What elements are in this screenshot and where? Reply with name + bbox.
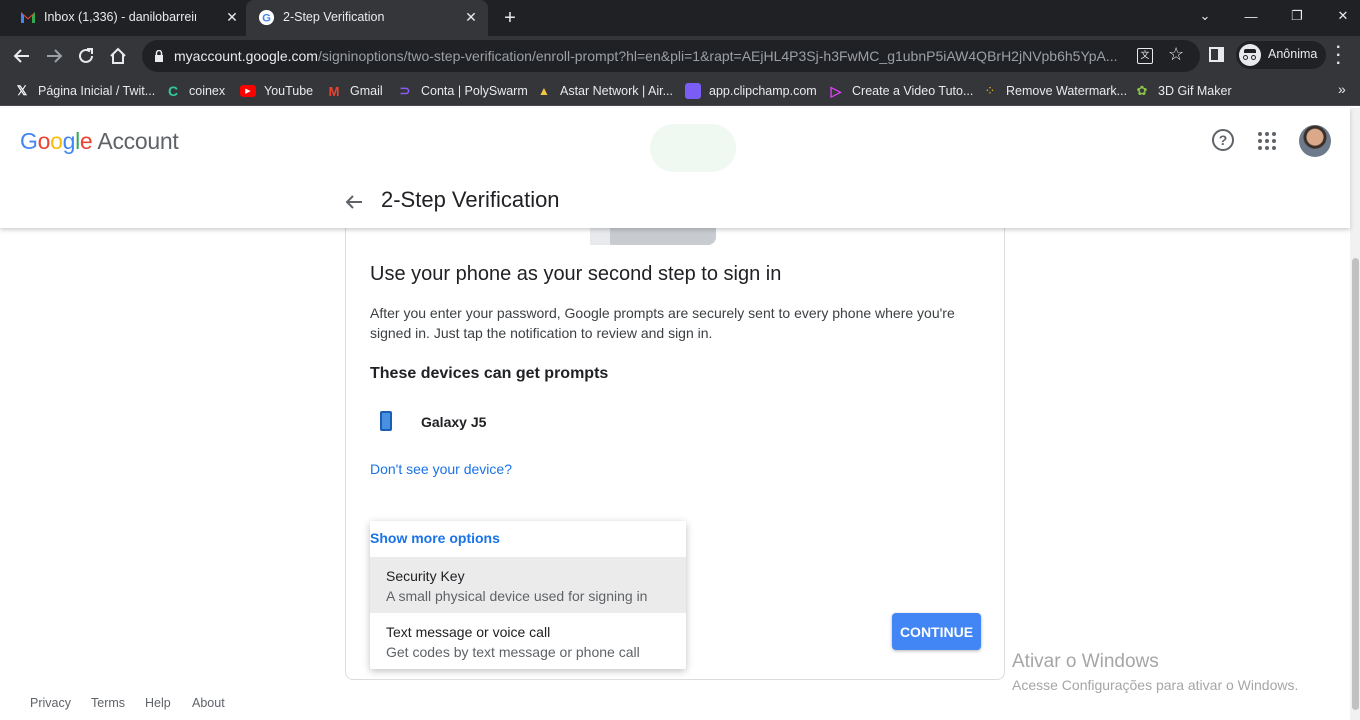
more-bookmarks-icon[interactable]: » — [1338, 81, 1346, 97]
page-title: 2-Step Verification — [381, 187, 560, 212]
astar-icon: ▲ — [538, 84, 550, 98]
menu-item-title: Text message or voice call — [386, 624, 551, 640]
back-icon[interactable] — [8, 42, 36, 70]
page-header: Google Account ? 2-Step Verification — [0, 108, 1350, 228]
bookmark-coinex[interactable]: Ccoinex — [165, 82, 225, 100]
forward-icon[interactable] — [40, 42, 68, 70]
continue-button[interactable]: CONTINUE — [892, 613, 981, 650]
bookmark-label: coinex — [189, 84, 226, 98]
help-icon[interactable]: ? — [1212, 129, 1234, 151]
browser-tab-bar: Inbox (1,336) - danilobarreira2019@gmail… — [0, 0, 1360, 36]
tab-inbox[interactable]: Inbox (1,336) - danilobarreira2019@gmail… — [8, 0, 246, 36]
bookmark-twitter[interactable]: 𝕏 Página Inicial / Twit... — [14, 82, 155, 100]
footer-terms-link[interactable]: Terms — [91, 696, 125, 710]
card-description: After you enter your password, Google pr… — [370, 305, 955, 341]
sidebar-toggle-icon[interactable] — [1209, 47, 1224, 62]
gmail-icon: M — [328, 83, 340, 99]
gmail-icon — [21, 12, 35, 23]
minimize-icon[interactable]: — — [1228, 0, 1274, 32]
restore-icon[interactable]: ❐ — [1274, 0, 1320, 32]
address-bar[interactable]: myaccount.google.com/signinoptions/two-s… — [142, 40, 1200, 72]
translate-icon[interactable]: 文 — [1137, 48, 1153, 64]
menu-item-text-or-voice[interactable]: Text message or voice call Get codes by … — [370, 613, 686, 669]
lock-icon[interactable] — [154, 50, 164, 62]
phone-icon — [380, 411, 392, 431]
device-name: Galaxy J5 — [421, 414, 487, 430]
devices-heading: These devices can get prompts — [370, 365, 609, 382]
show-more-options-link[interactable]: Show more options — [370, 530, 500, 546]
tab-close-icon[interactable]: ✕ — [223, 8, 241, 26]
video-icon: ▷ — [830, 82, 842, 99]
bookmark-label: YouTube — [264, 84, 314, 98]
bookmark-label: Conta | PolySwarm — [421, 84, 528, 98]
bookmarks-bar: 𝕏 Página Inicial / Twit... Ccoinex ▶ YouTu… — [0, 76, 1360, 106]
google-logo-text: Google — [20, 128, 93, 154]
star-icon[interactable]: ☆ — [1168, 44, 1184, 65]
menu-item-title: Security Key — [386, 568, 465, 584]
bookmark-gmail[interactable]: M Gmail — [326, 82, 383, 100]
coinex-icon: C — [167, 83, 179, 99]
card-heading: Use your phone as your second step to si… — [370, 263, 782, 285]
svg-text:G: G — [262, 12, 271, 24]
url-text: myaccount.google.com/signinoptions/two-s… — [174, 48, 1118, 64]
bookmark-3d-gif[interactable]: ✿ 3D Gif Maker — [1134, 82, 1232, 100]
back-arrow-icon[interactable] — [342, 190, 366, 214]
tab-search-icon[interactable]: ⌄ — [1182, 0, 1228, 32]
x-icon: 𝕏 — [16, 83, 28, 98]
reload-icon[interactable] — [72, 42, 100, 70]
footer-about-link[interactable]: About — [192, 696, 225, 710]
profile-label: Anônima — [1268, 47, 1318, 61]
bookmark-label: Astar Network | Air... — [560, 84, 674, 98]
menu-item-description: Get codes by text message or phone call — [386, 644, 640, 660]
url-domain: myaccount.google.com — [174, 48, 318, 64]
phone-illustration — [590, 225, 716, 245]
footer-help-link[interactable]: Help — [145, 696, 171, 710]
scrollbar-thumb[interactable] — [1352, 258, 1359, 710]
polyswarm-icon: ⊃ — [399, 83, 411, 98]
watermark-icon: ⁘ — [984, 83, 996, 98]
tab-2-step-verification[interactable]: G 2-Step Verification ✕ — [246, 0, 488, 36]
account-label: Account — [97, 128, 179, 154]
bookmark-remove-watermark[interactable]: ⁘ Remove Watermark... — [982, 82, 1128, 100]
bookmark-label: Create a Video Tuto... — [852, 84, 974, 98]
bookmark-label: 3D Gif Maker — [1158, 84, 1232, 98]
bookmark-label: Página Inicial / Twit... — [38, 84, 156, 98]
windows-activation-title: Ativar o Windows — [1012, 651, 1159, 672]
tab-title: Inbox (1,336) - danilobarreira2019@gmail… — [44, 10, 196, 24]
incognito-profile[interactable]: Anônima — [1236, 41, 1326, 69]
menu-kebab-icon[interactable]: · · · — [1336, 40, 1341, 72]
more-options-menu: Show more options Security Key A small p… — [370, 521, 686, 669]
bookmark-label: Gmail — [350, 84, 383, 98]
bookmark-video-tutorial[interactable]: ▷ Create a Video Tuto... — [828, 82, 974, 100]
bookmark-clipchamp[interactable]: app.clipchamp.com — [685, 82, 817, 100]
google-account-logo[interactable]: Google Account — [20, 128, 179, 155]
avatar[interactable] — [1299, 125, 1331, 157]
windows-activation-text: Acesse Configurações para ativar o Windo… — [1012, 677, 1299, 693]
browser-toolbar: myaccount.google.com/signinoptions/two-s… — [0, 36, 1360, 76]
bookmark-polyswarm[interactable]: ⊃ Conta | PolySwarm — [397, 82, 528, 100]
url-path: /signinoptions/two-step-verification/enr… — [317, 48, 1118, 64]
footer-privacy-link[interactable]: Privacy — [30, 696, 71, 710]
dont-see-device-link[interactable]: Don't see your device? — [370, 461, 512, 477]
bookmark-astar[interactable]: ▲ Astar Network | Air... — [536, 82, 673, 100]
tab-title: 2-Step Verification — [283, 10, 385, 24]
bookmark-youtube[interactable]: ▶ YouTube — [240, 82, 313, 100]
gif-icon: ✿ — [1136, 83, 1148, 98]
header-illustration — [650, 124, 736, 172]
incognito-icon — [1239, 44, 1261, 66]
google-g-icon: G — [258, 9, 275, 26]
menu-item-security-key[interactable]: Security Key A small physical device use… — [370, 557, 686, 613]
home-icon[interactable] — [104, 42, 132, 70]
apps-grid-icon[interactable] — [1258, 132, 1276, 150]
youtube-icon: ▶ — [240, 85, 256, 97]
clipchamp-icon — [685, 83, 701, 99]
tab-close-icon[interactable]: ✕ — [462, 8, 480, 26]
new-tab-icon[interactable]: + — [498, 6, 522, 30]
close-window-icon[interactable]: ✕ — [1320, 0, 1360, 32]
menu-item-description: A small physical device used for signing… — [386, 588, 648, 604]
bookmark-label: app.clipchamp.com — [709, 84, 817, 98]
bookmark-label: Remove Watermark... — [1006, 84, 1128, 98]
